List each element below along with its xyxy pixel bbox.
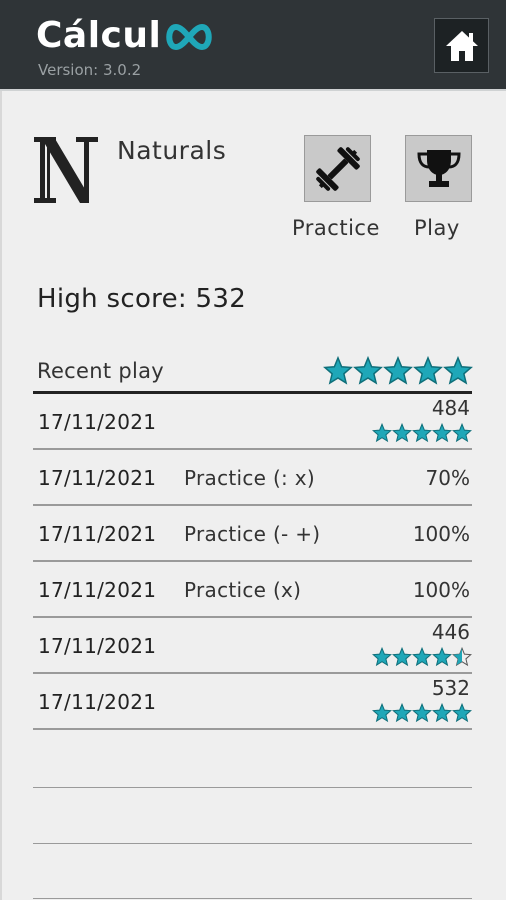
play-button[interactable] (405, 135, 472, 202)
star-icon (383, 355, 413, 385)
row-result: 70% (425, 466, 470, 490)
star-icon (452, 702, 472, 723)
header-divider (0, 89, 506, 91)
row-mode: Practice (- +) (184, 522, 321, 546)
star-rating (372, 646, 472, 667)
table-row: 17/11/2021 Practice (: x) 70% (33, 450, 472, 506)
star-icon (432, 702, 452, 723)
star-rating (323, 355, 473, 385)
row-score: 484 (431, 396, 470, 420)
mode-title: Naturals (117, 136, 227, 165)
table-row: 17/11/2021 532 (33, 674, 472, 730)
star-icon (392, 646, 412, 667)
star-icon (413, 355, 443, 385)
star-icon (412, 702, 432, 723)
naturals-set-icon (34, 137, 98, 203)
header-rating (323, 355, 473, 390)
row-mode: Practice (x) (184, 578, 302, 602)
row-rating (372, 646, 472, 671)
row-date: 17/11/2021 (38, 522, 157, 546)
home-icon (445, 30, 478, 61)
star-icon (372, 422, 392, 443)
star-icon (323, 355, 353, 385)
star-icon (452, 646, 472, 667)
row-result: 100% (412, 578, 470, 602)
table-row: 17/11/2021 446 (33, 618, 472, 674)
star-icon (432, 646, 452, 667)
home-button[interactable] (434, 18, 489, 73)
row-result: 100% (412, 522, 470, 546)
star-rating (372, 422, 472, 443)
star-icon (432, 422, 452, 443)
row-score: 446 (431, 620, 470, 644)
star-icon (372, 646, 392, 667)
table-row: 17/11/2021 Practice (- +) 100% (33, 506, 472, 562)
left-border (0, 91, 2, 900)
row-date: 17/11/2021 (38, 410, 157, 434)
star-icon (392, 702, 412, 723)
app-logo: Cálcul (36, 14, 215, 58)
row-rating (372, 422, 472, 447)
high-score: High score: 532 (37, 284, 247, 314)
table-row: 17/11/2021 484 (33, 394, 472, 450)
star-icon (392, 422, 412, 443)
star-icon (353, 355, 383, 385)
row-date: 17/11/2021 (38, 690, 157, 714)
empty-row-divider (33, 898, 472, 899)
row-rating (372, 702, 472, 727)
star-icon (412, 422, 432, 443)
row-score: 532 (431, 676, 470, 700)
infinity-icon (166, 24, 213, 50)
empty-row-divider (33, 843, 472, 844)
trophy-icon (416, 149, 461, 187)
table-row: 17/11/2021 Practice (x) 100% (33, 562, 472, 618)
practice-button[interactable] (304, 135, 371, 202)
version-label: Version: 3.0.2 (38, 61, 142, 79)
row-date: 17/11/2021 (38, 634, 157, 658)
star-icon (412, 646, 432, 667)
app-header: Cálcul Version: 3.0.2 (0, 0, 506, 89)
recent-play-header: Recent play (37, 359, 165, 383)
star-icon (372, 702, 392, 723)
star-rating (372, 702, 472, 723)
play-label[interactable]: Play (414, 216, 460, 240)
star-icon (452, 422, 472, 443)
row-mode: Practice (: x) (184, 466, 315, 490)
practice-label[interactable]: Practice (292, 216, 380, 240)
empty-row-divider (33, 787, 472, 788)
row-date: 17/11/2021 (38, 466, 157, 490)
star-icon (443, 355, 473, 385)
dumbbell-icon (315, 146, 360, 191)
row-date: 17/11/2021 (38, 578, 157, 602)
app-name: Cálcul (36, 15, 162, 56)
